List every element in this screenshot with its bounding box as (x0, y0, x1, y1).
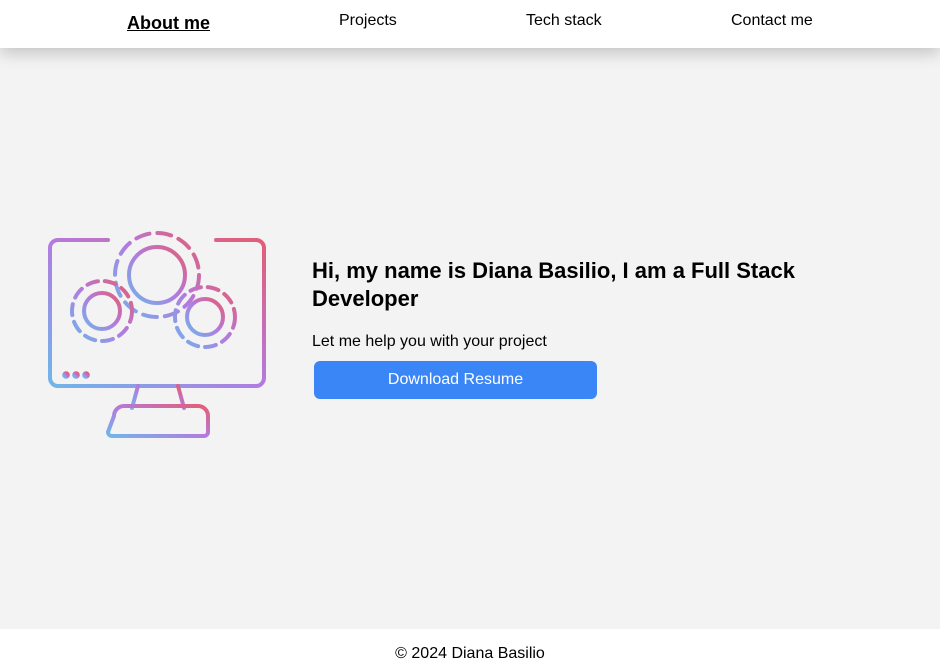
nav-link-about-me[interactable]: About me (127, 13, 210, 34)
nav-link-contact-me[interactable]: Contact me (731, 12, 813, 30)
hero-title: Hi, my name is Diana Basilio, I am a Ful… (312, 258, 795, 311)
hero-subtitle: Let me help you with your project (312, 333, 547, 350)
page-footer: © 2024 Diana Basilio (0, 629, 940, 672)
footer-copyright: © 2024 Diana Basilio (395, 645, 545, 662)
top-navigation: About me Projects Tech stack Contact me (0, 0, 940, 48)
computer-with-gears-icon (48, 231, 266, 438)
nav-link-projects[interactable]: Projects (339, 12, 397, 30)
nav-link-tech-stack[interactable]: Tech stack (526, 12, 602, 30)
download-resume-button[interactable]: Download Resume (314, 361, 597, 399)
